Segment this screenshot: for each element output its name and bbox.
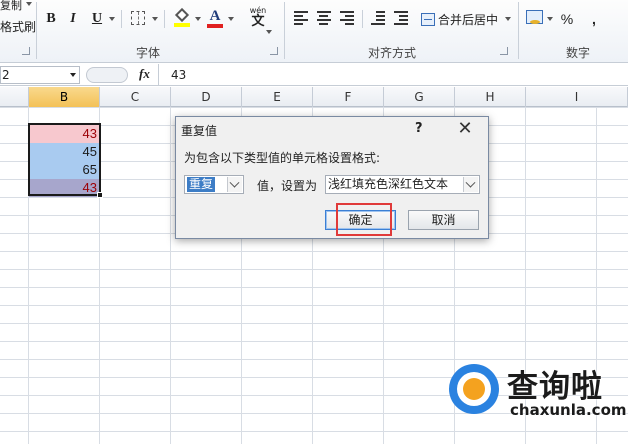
merge-center-label: 合并后居中 <box>438 12 499 27</box>
column-header-f[interactable]: F <box>313 87 384 107</box>
copy-button[interactable]: 复制 <box>0 0 22 13</box>
formula-input[interactable]: 43 <box>171 68 186 82</box>
phonetic-icon[interactable]: wén 文 <box>247 6 269 30</box>
watermark-url: chaxunla.com <box>510 401 627 419</box>
accounting-dropdown-icon[interactable] <box>547 17 553 21</box>
value-type-selected: 重复 <box>187 177 216 192</box>
watermark-logo-icon <box>449 364 499 414</box>
chevron-down-icon[interactable] <box>227 177 242 192</box>
formula-bar: 2 fx 43 <box>0 64 628 86</box>
column-header-c[interactable]: C <box>100 87 171 107</box>
clipboard-launcher-icon[interactable] <box>22 47 30 55</box>
column-header-g[interactable]: G <box>384 87 455 107</box>
font-color-dropdown-icon[interactable] <box>228 17 234 21</box>
align-left-icon[interactable] <box>294 11 308 25</box>
dialog-prompt: 为包含以下类型值的单元格设置格式: <box>184 151 381 165</box>
increase-indent-icon[interactable] <box>394 11 408 25</box>
accounting-format-icon[interactable] <box>526 10 543 24</box>
cancel-button[interactable]: 取消 <box>408 210 479 230</box>
ribbon-separator <box>164 10 165 28</box>
alignment-group-label: 对齐方式 <box>368 46 417 60</box>
ribbon-separator <box>36 2 37 59</box>
decrease-indent-icon[interactable] <box>371 11 385 25</box>
comma-button[interactable]: , <box>586 9 602 29</box>
alignment-launcher-icon[interactable] <box>500 47 508 55</box>
underline-dropdown-icon[interactable] <box>109 17 115 21</box>
value-type-select[interactable]: 重复 <box>184 175 244 194</box>
ribbon-separator <box>518 2 519 59</box>
percent-button[interactable]: % <box>559 9 575 29</box>
align-center-icon[interactable] <box>317 11 331 25</box>
italic-button[interactable]: I <box>64 9 82 29</box>
phonetic-char: 文 <box>251 14 265 29</box>
set-as-label: 值，设置为 <box>257 179 318 193</box>
duplicate-values-dialog: 重复值 ? ✕ 为包含以下类型值的单元格设置格式: 重复 值，设置为 浅红填充色… <box>175 116 489 239</box>
underline-button[interactable]: U <box>88 9 106 29</box>
watermark-title: 查询啦 <box>507 369 603 405</box>
help-button[interactable]: ? <box>415 121 423 136</box>
annotation-highlight-box <box>336 203 392 236</box>
selection-border <box>28 123 101 196</box>
formula-bar-resize-handle[interactable] <box>86 67 128 83</box>
name-box[interactable]: 2 <box>0 66 80 84</box>
font-launcher-icon[interactable] <box>270 47 278 55</box>
merge-center-icon <box>421 12 435 26</box>
column-header-d[interactable]: D <box>171 87 242 107</box>
ribbon-separator <box>121 10 122 28</box>
chevron-down-icon[interactable] <box>463 177 478 192</box>
column-header-e[interactable]: E <box>242 87 313 107</box>
border-dropdown-icon[interactable] <box>152 17 158 21</box>
font-color-letter: A <box>209 8 221 24</box>
border-icon[interactable] <box>131 11 145 25</box>
merge-center-button[interactable]: 合并后居中 <box>421 10 498 28</box>
format-painter-button[interactable]: 格式刷 <box>0 18 36 35</box>
fill-color-icon[interactable] <box>174 7 190 27</box>
bold-button[interactable]: B <box>42 9 60 29</box>
ribbon-separator <box>362 10 363 28</box>
dialog-title: 重复值 <box>181 124 218 138</box>
font-color-icon[interactable]: A <box>207 8 223 28</box>
merge-dropdown-icon[interactable] <box>505 17 511 21</box>
column-headers: B C D E F G H I <box>0 87 628 107</box>
copy-dropdown-icon[interactable] <box>26 2 32 6</box>
column-header-i[interactable]: I <box>526 87 628 107</box>
close-button[interactable]: ✕ <box>454 119 476 139</box>
name-box-dropdown-icon[interactable] <box>70 73 76 77</box>
select-all-corner[interactable] <box>0 87 29 107</box>
phonetic-dropdown-icon[interactable] <box>266 30 272 34</box>
ribbon-separator <box>284 2 285 59</box>
format-selected: 浅红填充色深红色文本 <box>328 177 449 191</box>
fill-handle[interactable] <box>97 192 103 198</box>
number-group-label: 数字 <box>566 46 591 60</box>
column-header-h[interactable]: H <box>455 87 526 107</box>
column-header-b[interactable]: B <box>29 87 100 107</box>
ribbon: 复制 格式刷 B I U A wén 文 字体 合并后居中 对齐方式 % , 数… <box>0 0 628 63</box>
align-right-icon[interactable] <box>340 11 354 25</box>
insert-function-icon[interactable]: fx <box>139 66 150 82</box>
font-group-label: 字体 <box>136 46 161 60</box>
formula-bar-divider <box>158 64 159 86</box>
fill-color-dropdown-icon[interactable] <box>195 17 201 21</box>
format-select[interactable]: 浅红填充色深红色文本 <box>325 175 480 194</box>
